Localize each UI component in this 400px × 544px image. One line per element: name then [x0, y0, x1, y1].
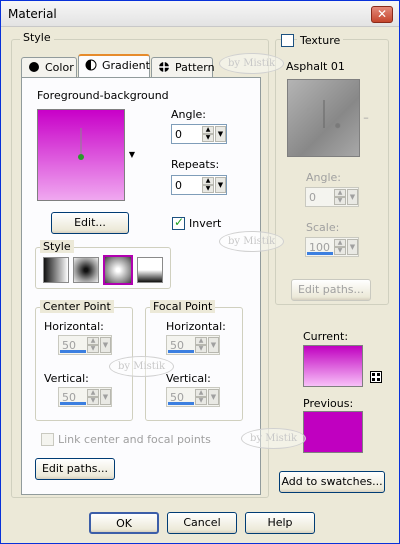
crosshair-icon — [158, 61, 170, 73]
focal-vertical-up-button[interactable]: ▲ — [195, 389, 207, 397]
texture-scale-up-button[interactable]: ▲ — [334, 239, 346, 247]
focal-vertical-down-button[interactable]: ▼ — [195, 397, 207, 405]
texture-scale-dropdown-button[interactable]: ▼ — [347, 239, 358, 255]
radial-style-button[interactable] — [137, 257, 163, 283]
repeats-dropdown-button[interactable]: ▼ — [215, 177, 226, 193]
angle-value: 0 — [175, 128, 182, 141]
center-point-label: Center Point — [40, 300, 114, 313]
texture-dropdown-button[interactable]: – — [360, 79, 372, 157]
texture-angle-value: 0 — [309, 191, 316, 204]
link-points-label: Link center and focal points — [58, 433, 211, 446]
edit-gradient-button[interactable]: Edit... — [51, 212, 129, 234]
focal-horizontal-up-button[interactable]: ▲ — [195, 337, 207, 345]
material-dialog: Material ✕ Style Color Gradient Pattern … — [0, 0, 400, 544]
angle-up-button[interactable]: ▲ — [202, 126, 214, 134]
texture-name: Asphalt 01 — [286, 60, 345, 73]
texture-scale-label: Scale: — [306, 221, 340, 234]
half-circle-icon — [85, 59, 97, 71]
tab-gradient-label: Gradient — [102, 59, 150, 72]
focal-point-label: Focal Point — [150, 300, 216, 313]
add-to-swatches-button[interactable]: Add to swatches... — [279, 471, 385, 493]
gradient-angle-handle[interactable] — [38, 110, 126, 202]
swap-colors-icon[interactable] — [370, 371, 382, 383]
center-vertical-stepper[interactable]: 50 ▲ ▼ ▼ — [58, 387, 112, 407]
center-horizontal-label: Horizontal: — [44, 320, 104, 333]
texture-scale-down-button[interactable]: ▼ — [334, 247, 346, 255]
texture-angle-up-button[interactable]: ▲ — [334, 189, 346, 197]
watermark: by Mistik — [109, 356, 175, 377]
tab-color[interactable]: Color — [21, 57, 77, 78]
angle-label: Angle: — [171, 108, 207, 121]
gradient-name: Foreground-background — [37, 89, 169, 102]
title-bar: Material ✕ — [1, 1, 399, 27]
previous-swatch[interactable] — [303, 411, 363, 453]
close-button[interactable]: ✕ — [371, 6, 393, 23]
focal-vertical-stepper[interactable]: 50 ▲ ▼ ▼ — [166, 387, 220, 407]
sunburst-style-button[interactable] — [103, 255, 133, 285]
texture-angle-down-button[interactable]: ▼ — [334, 197, 346, 205]
repeats-label: Repeats: — [171, 158, 220, 171]
tab-pattern[interactable]: Pattern — [151, 57, 215, 78]
window-title: Material — [8, 7, 57, 21]
linear-style-button[interactable] — [43, 257, 69, 283]
invert-checkbox[interactable] — [172, 215, 185, 230]
angle-down-button[interactable]: ▼ — [202, 134, 214, 142]
tab-gradient[interactable]: Gradient — [78, 54, 150, 78]
texture-preview[interactable] — [287, 79, 360, 157]
focal-horizontal-down-button[interactable]: ▼ — [195, 345, 207, 353]
circle-icon — [28, 61, 40, 73]
texture-angle-handle[interactable] — [288, 80, 361, 158]
current-label: Current: — [303, 330, 349, 343]
focal-vertical-dropdown-button[interactable]: ▼ — [208, 389, 219, 405]
current-swatch[interactable] — [303, 345, 363, 387]
repeats-value: 0 — [175, 179, 182, 192]
center-vertical-down-button[interactable]: ▼ — [87, 397, 99, 405]
ok-button[interactable]: OK — [89, 512, 159, 534]
texture-angle-dropdown-button[interactable]: ▼ — [347, 189, 358, 205]
watermark: by Mistik — [241, 428, 307, 449]
cancel-button[interactable]: Cancel — [167, 512, 237, 534]
texture-checkbox[interactable] — [281, 34, 294, 47]
link-points-checkbox[interactable] — [41, 433, 54, 446]
center-horizontal-down-button[interactable]: ▼ — [87, 345, 99, 353]
gradient-style-label: Style — [40, 240, 74, 253]
repeats-stepper[interactable]: 0 ▲ ▼ ▼ — [171, 175, 227, 195]
focal-vertical-label: Vertical: — [166, 372, 211, 385]
texture-angle-stepper[interactable]: 0 ▲ ▼ ▼ — [305, 187, 359, 207]
previous-label: Previous: — [303, 397, 354, 410]
repeats-down-button[interactable]: ▼ — [202, 185, 214, 193]
center-horizontal-dropdown-button[interactable]: ▼ — [100, 337, 111, 353]
focal-horizontal-label: Horizontal: — [166, 320, 226, 333]
center-horizontal-stepper[interactable]: 50 ▲ ▼ ▼ — [58, 335, 112, 355]
angle-dropdown-button[interactable]: ▼ — [215, 126, 226, 142]
center-vertical-dropdown-button[interactable]: ▼ — [100, 389, 111, 405]
rectangular-style-button[interactable] — [73, 257, 99, 283]
texture-label: Texture — [297, 34, 344, 47]
texture-angle-label: Angle: — [306, 171, 342, 184]
texture-edit-paths-button[interactable]: Edit paths... — [291, 279, 371, 301]
gradient-dropdown-button[interactable]: ▼ — [125, 109, 139, 201]
gradient-preview[interactable] — [37, 109, 125, 201]
help-button[interactable]: Help — [245, 512, 315, 534]
focal-horizontal-dropdown-button[interactable]: ▼ — [208, 337, 219, 353]
center-vertical-up-button[interactable]: ▲ — [87, 389, 99, 397]
edit-paths-button[interactable]: Edit paths... — [35, 458, 115, 480]
focal-horizontal-stepper[interactable]: 50 ▲ ▼ ▼ — [166, 335, 220, 355]
angle-stepper[interactable]: 0 ▲ ▼ ▼ — [171, 124, 227, 144]
watermark: by Mistik — [219, 53, 285, 74]
repeats-up-button[interactable]: ▲ — [202, 177, 214, 185]
watermark: by Mistik — [219, 231, 285, 252]
style-group-label: Style — [20, 31, 54, 44]
tab-color-label: Color — [45, 61, 74, 74]
center-vertical-label: Vertical: — [44, 372, 89, 385]
invert-label: Invert — [189, 217, 222, 230]
tab-pattern-label: Pattern — [175, 61, 215, 74]
center-horizontal-up-button[interactable]: ▲ — [87, 337, 99, 345]
texture-scale-stepper[interactable]: 100 ▲ ▼ ▼ — [305, 237, 359, 257]
